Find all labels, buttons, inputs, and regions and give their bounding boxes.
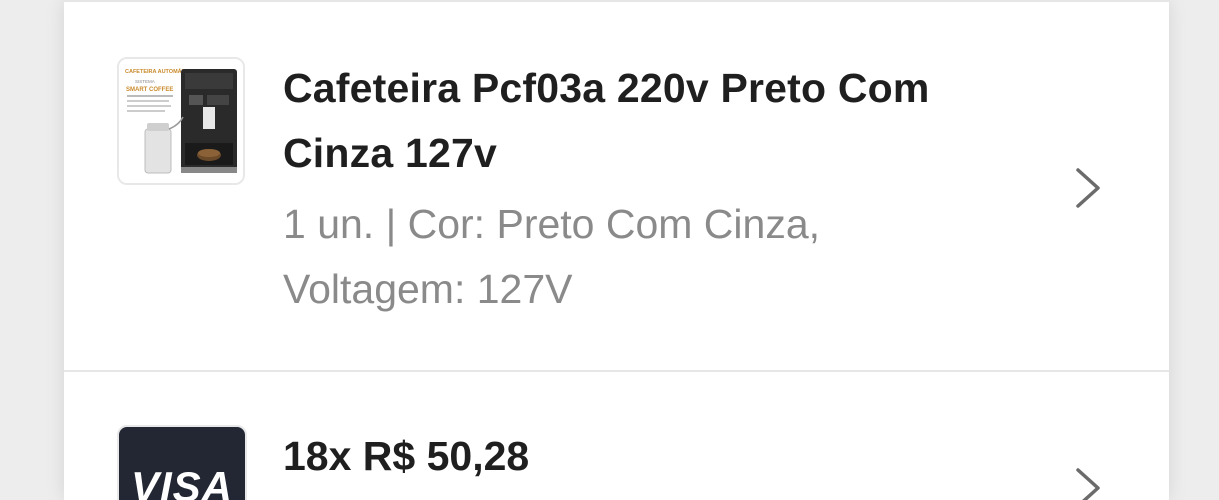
payment-installments: 18x R$ 50,28 [283,433,530,479]
visa-card-icon: VISA [117,425,247,500]
chevron-right-icon[interactable] [1072,166,1106,210]
product-title: Cafeteira Pcf03a 220v Preto Com Cinza 12… [283,65,930,176]
chevron-right-icon[interactable] [1072,466,1106,500]
product-details: 1 un. | Cor: Preto Com Cinza, Voltagem: … [283,201,821,312]
thumbnail-caption-2: SISTEMA [135,79,155,84]
order-detail-card: CAFETEIRA AUTOMÁTICA SISTEMA SMART COFFE… [64,0,1169,500]
card-brand-label: VISA [130,463,234,500]
product-row[interactable]: CAFETEIRA AUTOMÁTICA SISTEMA SMART COFFE… [64,2,1169,370]
payment-row[interactable]: VISA 18x R$ 50,28 [64,372,1169,500]
coffee-machine-image: CAFETEIRA AUTOMÁTICA SISTEMA SMART COFFE… [119,59,243,183]
product-thumbnail: CAFETEIRA AUTOMÁTICA SISTEMA SMART COFFE… [117,57,245,185]
thumbnail-caption-3: SMART COFFEE [126,87,173,93]
